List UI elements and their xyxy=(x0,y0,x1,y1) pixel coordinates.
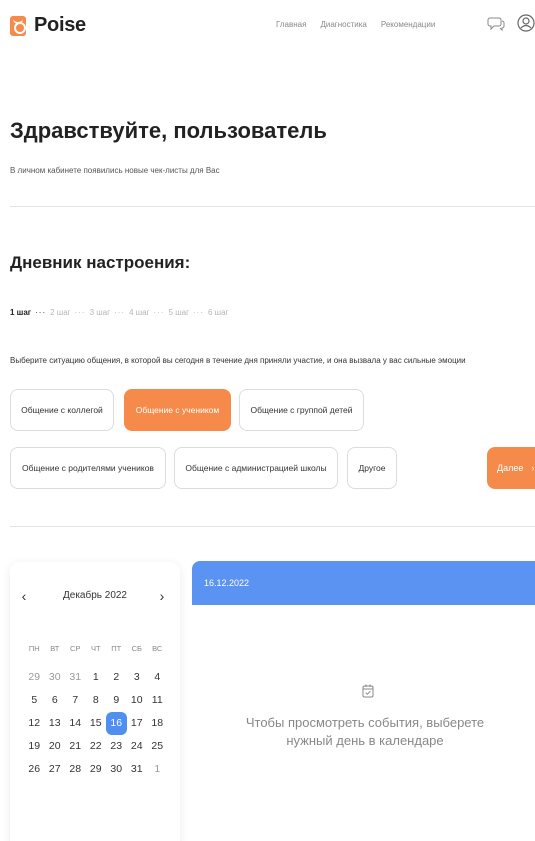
step-1: 1 шаг xyxy=(10,308,32,317)
calendar-day[interactable]: 25 xyxy=(147,735,168,758)
calendar-day[interactable]: 30 xyxy=(45,666,66,689)
calendar-day[interactable]: 4 xyxy=(147,666,168,689)
calendar-day[interactable]: 1 xyxy=(147,758,168,781)
calendar-day[interactable]: 1 xyxy=(86,666,107,689)
calendar-day[interactable]: 21 xyxy=(65,735,86,758)
logo-text: Poise xyxy=(34,14,86,36)
main-nav: Главная Диагностика Рекомендации xyxy=(276,20,435,29)
profile-icon[interactable] xyxy=(517,14,535,32)
step-separator: ··· xyxy=(193,308,204,317)
weekday-label: ПН xyxy=(28,644,40,653)
step-3: 3 шаг xyxy=(89,308,111,317)
situation-question: Выберите ситуацию общения, в которой вы … xyxy=(10,356,466,365)
step-separator: ··· xyxy=(114,308,126,317)
step-4: 4 шаг xyxy=(129,308,150,317)
option-administration[interactable]: Общение с администрацией школы xyxy=(174,447,338,489)
selected-date: 16.12.2022 xyxy=(204,578,250,588)
step-6: 6 шаг xyxy=(208,308,229,317)
events-empty-message: Чтобы просмотреть события, выберете нужн… xyxy=(245,715,485,748)
option-colleague[interactable]: Общение с коллегой xyxy=(10,389,114,431)
nav-link-recommendations[interactable]: Рекомендации xyxy=(381,20,435,29)
calendar-day[interactable]: 24 xyxy=(127,735,148,758)
weekday-label: ЧТ xyxy=(90,644,101,653)
calendar-day[interactable]: 20 xyxy=(45,735,66,758)
weekday-label: СР xyxy=(70,644,81,653)
page-title: Здравствуйте, пользователь xyxy=(10,118,327,143)
calendar-day[interactable]: 18 xyxy=(147,712,168,735)
calendar-day[interactable]: 15 xyxy=(86,712,107,735)
calendar-day[interactable]: 17 xyxy=(127,712,148,735)
step-2: 2 шаг xyxy=(50,308,71,317)
option-student[interactable]: Общение с учеником xyxy=(124,389,231,431)
calendar-day[interactable]: 13 xyxy=(45,712,66,735)
option-group-children[interactable]: Общение с группой детей xyxy=(239,389,364,431)
calendar-day[interactable]: 23 xyxy=(106,735,127,758)
calendar-day[interactable]: 28 xyxy=(65,758,86,781)
diary-title: Дневник настроения: xyxy=(10,253,191,272)
calendar-day-selected[interactable]: 16 xyxy=(106,712,127,735)
nav-link-home[interactable]: Главная xyxy=(276,20,306,29)
step-indicator: 1 шаг ··· 2 шаг ··· 3 шаг ··· 4 шаг ··· … xyxy=(10,308,228,317)
calendar-day[interactable]: 9 xyxy=(106,689,127,712)
calendar-day[interactable]: 30 xyxy=(106,758,127,781)
page-subtitle: В личном кабинете появились новые чек-ли… xyxy=(10,166,220,175)
calendar-day[interactable]: 11 xyxy=(147,689,168,712)
calendar-day[interactable]: 26 xyxy=(24,758,45,781)
divider xyxy=(10,526,535,527)
option-other[interactable]: Другое xyxy=(347,447,397,489)
selected-date-bar: 16.12.2022 xyxy=(192,561,535,605)
logo-icon xyxy=(10,15,26,36)
chat-icon[interactable] xyxy=(487,14,505,32)
calendar-day[interactable]: 12 xyxy=(24,712,45,735)
calendar-check-icon xyxy=(362,684,374,698)
step-separator: ··· xyxy=(35,308,47,317)
calendar-day[interactable]: 3 xyxy=(127,666,148,689)
calendar-day[interactable]: 7 xyxy=(65,689,86,712)
calendar-day[interactable]: 19 xyxy=(24,735,45,758)
next-button[interactable]: Далее › xyxy=(487,447,535,489)
weekday-label: ВС xyxy=(152,644,163,653)
calendar-grid: ПН ВТ СР ЧТ ПТ СБ ВС 29 30 31 1 2 3 4 5 6 7 8 9 10 11 12 13 14 1… xyxy=(24,642,168,781)
calendar-day[interactable]: 6 xyxy=(45,689,66,712)
logo[interactable]: Poise xyxy=(10,14,86,37)
chevron-right-icon: › xyxy=(531,463,535,473)
calendar-header: Декабрь 2022 ‹ › xyxy=(10,588,180,608)
option-parents[interactable]: Общение с родителями учеников xyxy=(10,447,166,489)
divider xyxy=(10,206,535,207)
chevron-left-icon[interactable]: ‹ xyxy=(16,588,32,604)
weekday-label: ПТ xyxy=(111,644,122,653)
calendar-day[interactable]: 5 xyxy=(24,689,45,712)
calendar-day[interactable]: 27 xyxy=(45,758,66,781)
nav-link-diagnostics[interactable]: Диагностика xyxy=(320,20,366,29)
weekday-label: СБ xyxy=(131,644,142,653)
calendar-day[interactable]: 31 xyxy=(127,758,148,781)
step-5: 5 шаг xyxy=(168,308,189,317)
chevron-right-icon[interactable]: › xyxy=(154,588,170,604)
calendar-day[interactable]: 29 xyxy=(24,666,45,689)
calendar-day[interactable]: 10 xyxy=(127,689,148,712)
calendar-day[interactable]: 29 xyxy=(86,758,107,781)
calendar-day[interactable]: 31 xyxy=(65,666,86,689)
weekday-label: ВТ xyxy=(50,644,60,653)
calendar: Декабрь 2022 ‹ › ПН ВТ СР ЧТ ПТ СБ ВС 29 30 31 1 2 3… xyxy=(10,562,180,841)
header: Poise Главная Диагностика Рекомендации xyxy=(0,0,535,50)
header-icons xyxy=(487,14,535,32)
calendar-day[interactable]: 2 xyxy=(106,666,127,689)
step-separator: ··· xyxy=(74,308,86,317)
calendar-day[interactable]: 14 xyxy=(65,712,86,735)
step-separator: ··· xyxy=(153,308,165,317)
calendar-day[interactable]: 8 xyxy=(86,689,107,712)
calendar-day[interactable]: 22 xyxy=(86,735,107,758)
next-button-label: Далее xyxy=(497,463,524,473)
